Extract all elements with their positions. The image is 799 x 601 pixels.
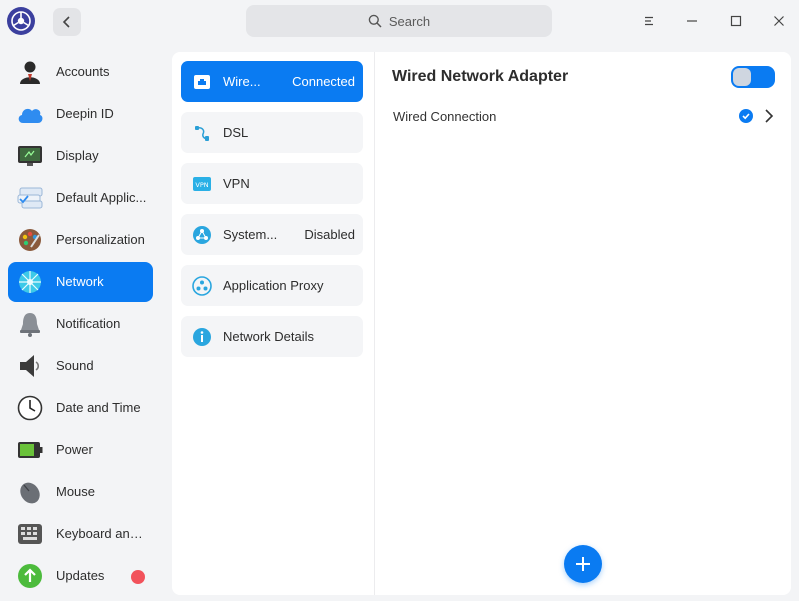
app-logo-icon[interactable] xyxy=(7,7,35,35)
title-bar: Search xyxy=(0,0,799,42)
back-button[interactable] xyxy=(53,8,81,36)
network-item-label: Network Details xyxy=(223,329,315,344)
network-item-dsl[interactable]: DSL xyxy=(181,112,363,153)
sidebar-item-deepin-id[interactable]: Deepin ID xyxy=(8,94,153,134)
maximize-icon xyxy=(730,15,742,27)
network-item-label: Application Proxy xyxy=(223,278,324,293)
wired-network-icon xyxy=(192,72,212,92)
sidebar-item-label: Mouse xyxy=(56,484,96,499)
minimize-button[interactable] xyxy=(679,8,705,34)
sidebar-item-label: Personalization xyxy=(56,232,145,247)
sidebar-item-label: Accounts xyxy=(56,64,110,79)
page-title: Wired Network Adapter xyxy=(392,68,569,85)
plus-icon xyxy=(576,557,590,571)
update-arrow-icon xyxy=(16,562,44,590)
sidebar-item-label: Updates xyxy=(56,568,105,583)
sidebar-item-notification[interactable]: Notification xyxy=(8,304,153,344)
user-account-icon xyxy=(16,58,44,86)
wired-adapter-panel: Wired Network Adapter Wired Connection xyxy=(375,52,791,595)
sidebar-item-label: Display xyxy=(56,148,99,163)
sidebar-item-label: Power xyxy=(56,442,93,457)
system-proxy-icon xyxy=(192,225,212,245)
network-item-label: DSL xyxy=(223,125,249,140)
add-connection-button[interactable] xyxy=(564,545,602,583)
chevron-left-icon xyxy=(62,16,70,28)
info-icon xyxy=(192,327,212,347)
default-apps-icon xyxy=(16,184,44,212)
close-icon xyxy=(774,16,784,26)
network-item-status: Connected xyxy=(292,74,355,89)
toggle-knob xyxy=(733,68,751,86)
network-item-system-proxy[interactable]: System... Disabled xyxy=(181,214,363,255)
sidebar-item-keyboard[interactable]: Keyboard and ... xyxy=(8,514,153,554)
network-item-application-proxy[interactable]: Application Proxy xyxy=(181,265,363,306)
battery-icon xyxy=(16,436,44,464)
vpn-icon: VPN xyxy=(192,174,212,194)
sidebar-item-mouse[interactable]: Mouse xyxy=(8,472,153,512)
palette-icon xyxy=(16,226,44,254)
network-item-vpn[interactable]: VPN VPN xyxy=(181,163,363,204)
chevron-right-icon[interactable] xyxy=(763,108,775,124)
keyboard-icon xyxy=(16,520,44,548)
network-item-status: Disabled xyxy=(304,227,355,242)
update-badge xyxy=(131,570,145,584)
sidebar-item-label: Notification xyxy=(56,316,121,331)
connection-label: Wired Connection xyxy=(393,109,497,124)
monitor-icon xyxy=(16,142,44,170)
mouse-icon xyxy=(16,478,44,506)
sidebar-item-default-applications[interactable]: Default Applic... xyxy=(8,178,153,218)
sidebar-item-label: Sound xyxy=(56,358,94,373)
search-placeholder: Search xyxy=(388,13,431,29)
settings-sidebar: Accounts Deepin ID Display Default Appli… xyxy=(0,42,162,601)
clock-icon xyxy=(16,394,44,422)
menu-button[interactable] xyxy=(636,8,662,34)
network-menu-panel: Wire... Connected DSL VPN VPN System... … xyxy=(172,52,374,595)
network-item-wired[interactable]: Wire... Connected xyxy=(181,61,363,102)
sidebar-item-label: Keyboard and ... xyxy=(56,526,148,541)
close-button[interactable] xyxy=(766,8,792,34)
sidebar-item-date-and-time[interactable]: Date and Time xyxy=(8,388,153,428)
wired-connection-row[interactable]: Wired Connection xyxy=(383,100,783,132)
check-icon xyxy=(739,109,753,123)
maximize-button[interactable] xyxy=(723,8,749,34)
application-proxy-icon xyxy=(192,276,212,296)
search-input[interactable]: Search xyxy=(246,5,552,37)
bell-icon xyxy=(16,310,44,338)
search-icon xyxy=(368,14,382,28)
sidebar-item-updates[interactable]: Updates xyxy=(8,556,153,596)
sidebar-item-sound[interactable]: Sound xyxy=(8,346,153,386)
sidebar-item-label: Deepin ID xyxy=(56,106,114,121)
dsl-icon xyxy=(192,123,212,143)
speaker-icon xyxy=(16,352,44,380)
sidebar-item-label: Network xyxy=(56,274,104,289)
svg-text:VPN: VPN xyxy=(195,181,208,189)
menu-icon xyxy=(645,16,653,26)
network-item-label: Wire... xyxy=(223,74,261,89)
network-item-network-details[interactable]: Network Details xyxy=(181,316,363,357)
minimize-icon xyxy=(687,20,697,22)
sidebar-item-personalization[interactable]: Personalization xyxy=(8,220,153,260)
cloud-icon xyxy=(16,100,44,128)
network-item-label: VPN xyxy=(223,176,250,191)
network-item-label: System... xyxy=(223,227,278,242)
sidebar-item-label: Default Applic... xyxy=(56,190,147,205)
sidebar-item-accounts[interactable]: Accounts xyxy=(8,52,153,92)
sidebar-item-display[interactable]: Display xyxy=(8,136,153,176)
wired-adapter-toggle[interactable] xyxy=(731,66,775,88)
sidebar-item-power[interactable]: Power xyxy=(8,430,153,470)
sidebar-item-label: Date and Time xyxy=(56,400,141,415)
network-globe-icon xyxy=(16,268,44,296)
sidebar-item-network[interactable]: Network xyxy=(8,262,153,302)
